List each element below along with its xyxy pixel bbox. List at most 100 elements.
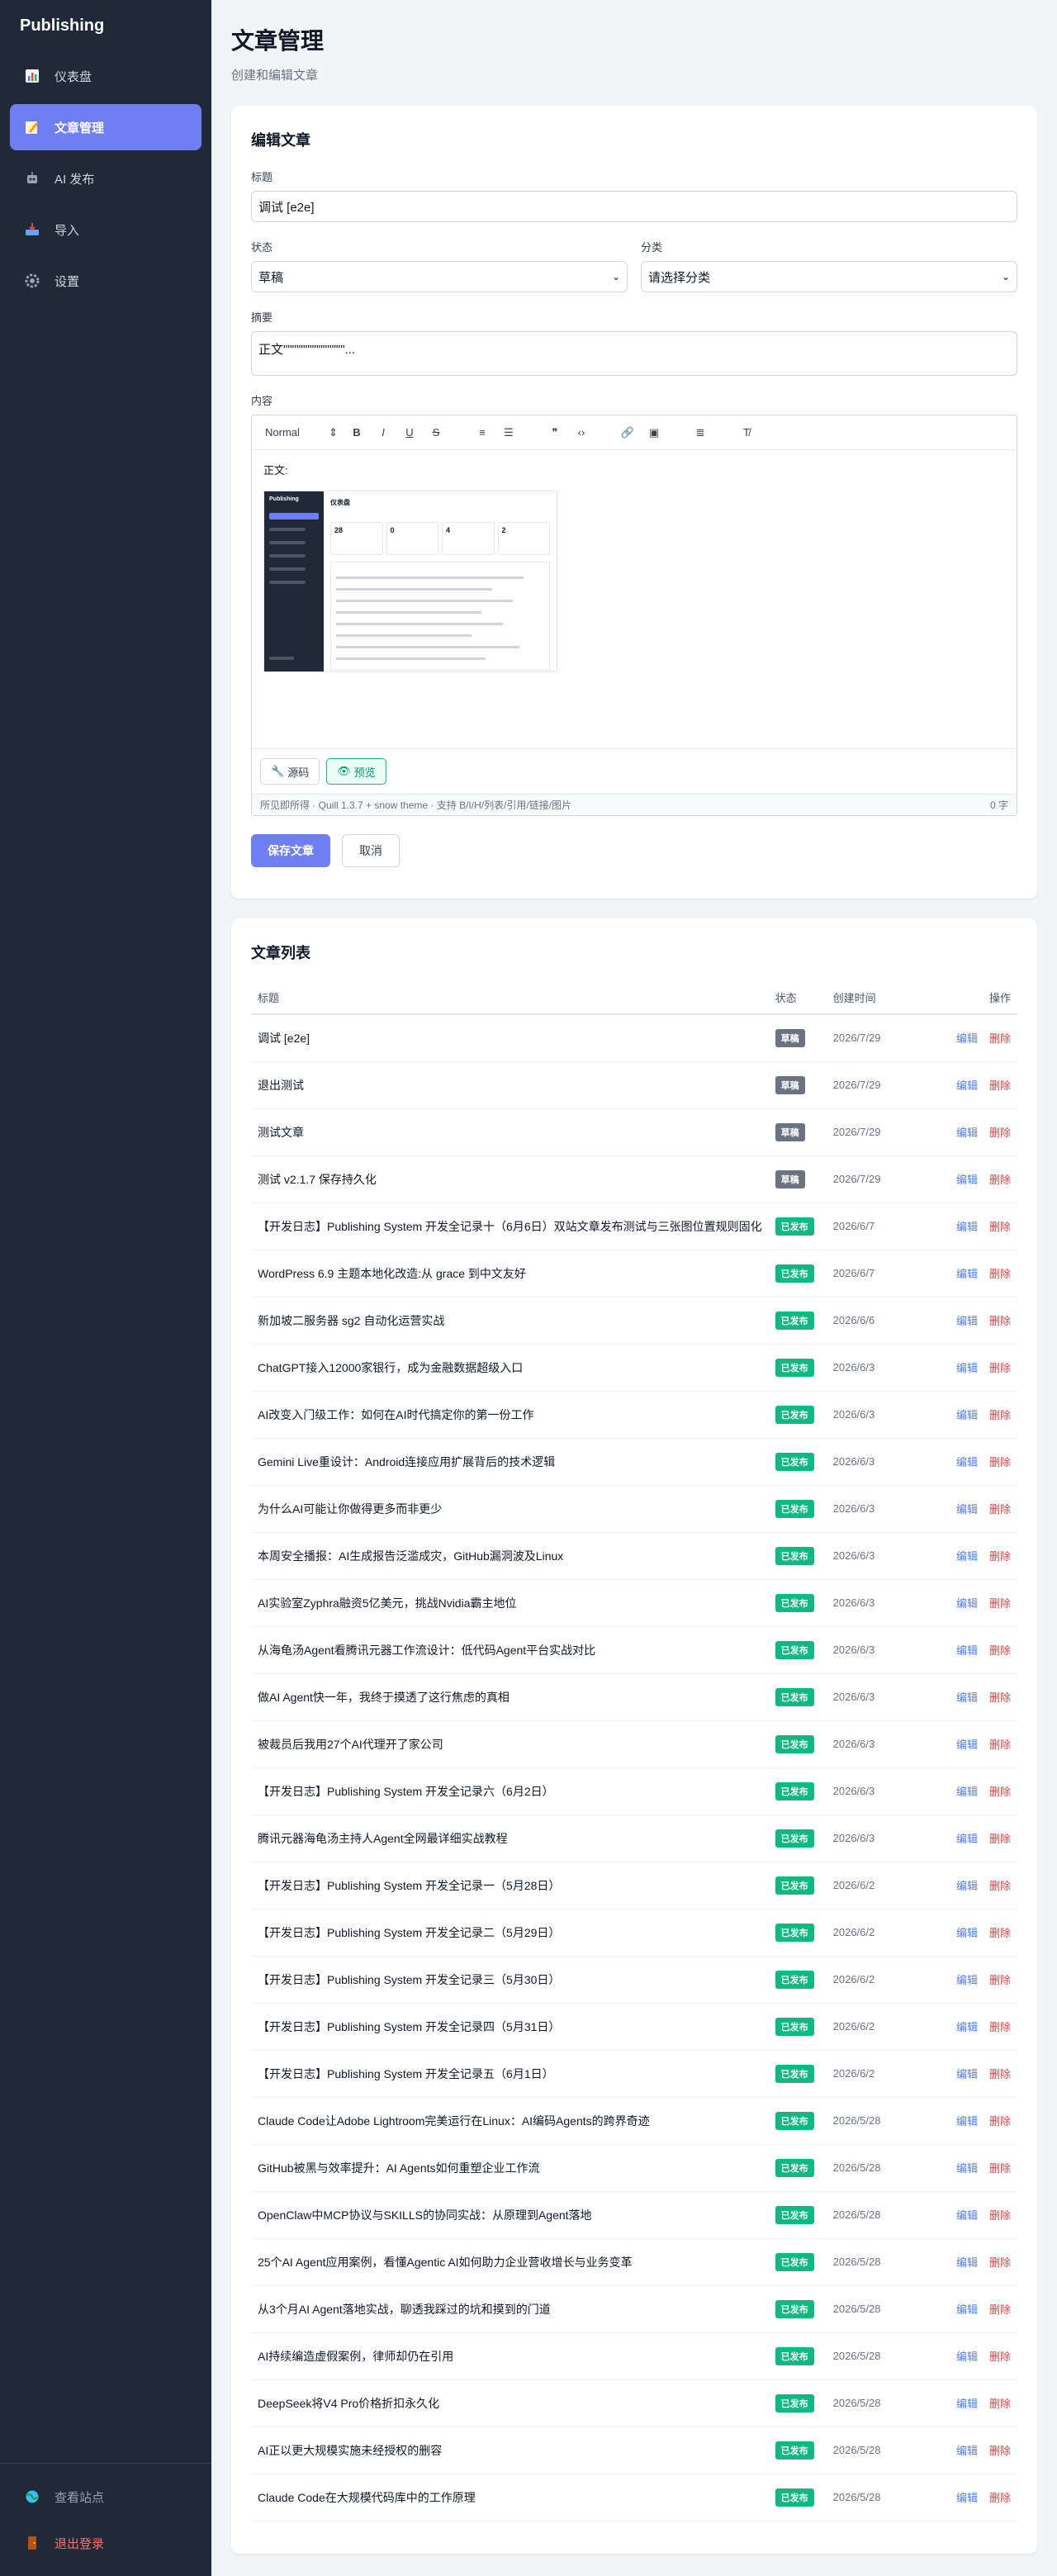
delete-link[interactable]: 删除 [989, 1880, 1011, 1892]
delete-link[interactable]: 删除 [989, 1644, 1011, 1657]
link-icon[interactable]: 🔗 [620, 426, 635, 439]
preview-button[interactable]: 👁 预览 [326, 758, 386, 785]
delete-link[interactable]: 删除 [989, 2256, 1011, 2269]
edit-link[interactable]: 编辑 [956, 1786, 978, 1798]
edit-link[interactable]: 编辑 [956, 2398, 978, 2410]
edit-link[interactable]: 编辑 [956, 1221, 978, 1233]
edit-link[interactable]: 编辑 [956, 1174, 978, 1186]
logout-link[interactable]: 退出登录 [10, 2520, 201, 2566]
delete-link[interactable]: 删除 [989, 1221, 1011, 1233]
image-icon[interactable]: ▣ [647, 426, 661, 439]
edit-link[interactable]: 编辑 [956, 2445, 978, 2457]
edit-link[interactable]: 编辑 [956, 2162, 978, 2175]
delete-link[interactable]: 删除 [989, 1597, 1011, 1610]
edit-link[interactable]: 编辑 [956, 2021, 978, 2033]
edit-link[interactable]: 编辑 [956, 1597, 978, 1610]
delete-link[interactable]: 删除 [989, 1927, 1011, 1939]
delete-link[interactable]: 删除 [989, 1786, 1011, 1798]
article-table: 标题 状态 创建时间 操作 调试 [e2e] 草稿 2026/7/29 编辑 删除 退出测… [251, 981, 1017, 2521]
edit-link[interactable]: 编辑 [956, 1268, 978, 1280]
sidebar-item-ai-publish[interactable]: AI 发布 [10, 155, 201, 202]
delete-link[interactable]: 删除 [989, 2398, 1011, 2410]
delete-link[interactable]: 删除 [989, 1503, 1011, 1516]
delete-link[interactable]: 删除 [989, 2209, 1011, 2222]
save-button[interactable]: 保存文章 [251, 834, 330, 867]
edit-link[interactable]: 编辑 [956, 1739, 978, 1751]
delete-link[interactable]: 删除 [989, 1739, 1011, 1751]
sidebar-item-dashboard[interactable]: 仪表盘 [10, 53, 201, 99]
edit-link[interactable]: 编辑 [956, 1032, 978, 1045]
delete-link[interactable]: 删除 [989, 1268, 1011, 1280]
clear-format-icon[interactable]: T̸ [739, 426, 754, 439]
delete-link[interactable]: 删除 [989, 1833, 1011, 1845]
editor-content-text: 正文: [263, 464, 288, 477]
edit-link[interactable]: 编辑 [956, 1409, 978, 1421]
edit-link[interactable]: 编辑 [956, 2303, 978, 2316]
edit-link[interactable]: 编辑 [956, 1362, 978, 1374]
sidebar-item-import[interactable]: 导入 [10, 206, 201, 253]
format-select[interactable]: Normal ⇕ [265, 426, 338, 439]
align-icon[interactable]: ≣ [693, 426, 708, 439]
delete-link[interactable]: 删除 [989, 1315, 1011, 1327]
edit-link[interactable]: 编辑 [956, 1456, 978, 1468]
code-icon[interactable]: ‹› [574, 426, 589, 439]
delete-link[interactable]: 删除 [989, 1409, 1011, 1421]
edit-link[interactable]: 编辑 [956, 1315, 978, 1327]
delete-link[interactable]: 删除 [989, 1974, 1011, 1986]
delete-link[interactable]: 删除 [989, 1174, 1011, 1186]
actions-cell: 编辑 删除 [908, 1579, 1017, 1627]
delete-link[interactable]: 删除 [989, 2162, 1011, 2175]
edit-link[interactable]: 编辑 [956, 1833, 978, 1845]
delete-link[interactable]: 删除 [989, 1127, 1011, 1139]
ordered-list-icon[interactable]: ≡ [475, 426, 490, 439]
edit-link[interactable]: 编辑 [956, 1550, 978, 1563]
status-select[interactable]: 草稿 ⌄ [251, 261, 628, 292]
quote-icon[interactable]: ❞ [547, 426, 562, 439]
bullet-list-icon[interactable]: ☰ [501, 426, 516, 439]
edit-link[interactable]: 编辑 [956, 1127, 978, 1139]
delete-link[interactable]: 删除 [989, 1362, 1011, 1374]
sidebar-item-articles[interactable]: 文章管理 [10, 104, 201, 150]
delete-link[interactable]: 删除 [989, 1032, 1011, 1045]
source-button[interactable]: 🔧 源码 [260, 758, 320, 785]
editor-content[interactable]: 正文: Publishing 仪表盘 28 0 4 2 [252, 450, 1017, 749]
delete-link[interactable]: 删除 [989, 2068, 1011, 2080]
edit-link[interactable]: 编辑 [956, 2256, 978, 2269]
delete-link[interactable]: 删除 [989, 2115, 1011, 2128]
edit-link[interactable]: 编辑 [956, 1974, 978, 1986]
cancel-button[interactable]: 取消 [342, 834, 400, 867]
edit-link[interactable]: 编辑 [956, 2209, 978, 2222]
edit-link[interactable]: 编辑 [956, 1880, 978, 1892]
article-title: ChatGPT接入12000家银行，成为金融数据超级入口 [251, 1344, 769, 1392]
view-site-link[interactable]: 查看站点 [10, 2474, 201, 2520]
edit-link[interactable]: 编辑 [956, 2115, 978, 2128]
edit-link[interactable]: 编辑 [956, 1927, 978, 1939]
strike-icon[interactable]: S [429, 426, 443, 439]
edit-link[interactable]: 编辑 [956, 1079, 978, 1092]
underline-icon[interactable]: U [402, 426, 417, 439]
italic-icon[interactable]: I [376, 426, 391, 439]
edit-link[interactable]: 编辑 [956, 1503, 978, 1516]
edit-link[interactable]: 编辑 [956, 2351, 978, 2363]
edit-link[interactable]: 编辑 [956, 2492, 978, 2504]
delete-link[interactable]: 删除 [989, 2445, 1011, 2457]
title-input[interactable]: 调试 [e2e] [251, 191, 1017, 222]
sidebar-item-settings[interactable]: 设置 [10, 258, 201, 304]
category-select[interactable]: 请选择分类 ⌄ [641, 261, 1017, 292]
delete-link[interactable]: 删除 [989, 1079, 1011, 1092]
bold-icon[interactable]: B [349, 426, 364, 439]
delete-link[interactable]: 删除 [989, 2492, 1011, 2504]
edit-link[interactable]: 编辑 [956, 2068, 978, 2080]
delete-link[interactable]: 删除 [989, 2021, 1011, 2033]
status-badge: 已发布 [775, 1546, 814, 1565]
delete-link[interactable]: 删除 [989, 2303, 1011, 2316]
delete-link[interactable]: 删除 [989, 1456, 1011, 1468]
edit-link[interactable]: 编辑 [956, 1644, 978, 1657]
delete-link[interactable]: 删除 [989, 1691, 1011, 1704]
delete-link[interactable]: 删除 [989, 1550, 1011, 1563]
summary-textarea[interactable]: 正文""""""""""""""... [251, 331, 1017, 376]
edit-link[interactable]: 编辑 [956, 1691, 978, 1704]
delete-link[interactable]: 删除 [989, 2351, 1011, 2363]
thumb-stat: 28 [330, 522, 383, 555]
actions-cell: 编辑 删除 [908, 2191, 1017, 2239]
